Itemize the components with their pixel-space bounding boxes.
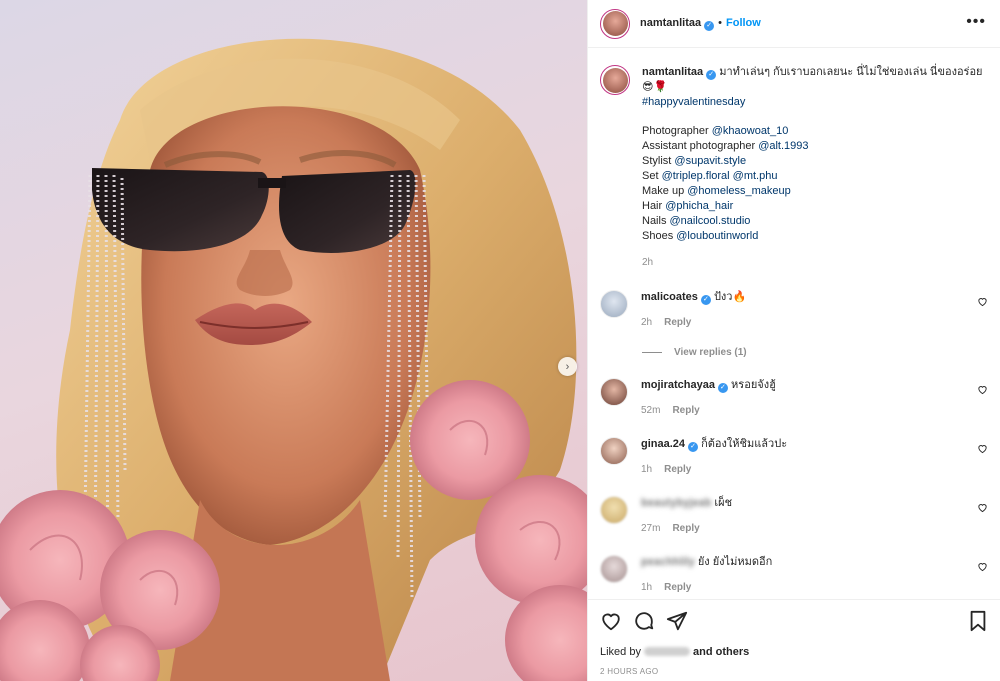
credit-line: Photographer @khaowoat_10 xyxy=(642,125,789,137)
comment-item: mojiratchayaa ✓ หรอยจังฮู้ 52m Reply xyxy=(600,378,990,418)
commenter-username[interactable]: malicoates xyxy=(641,291,698,303)
caption-avatar[interactable] xyxy=(600,65,630,95)
comment-like-heart-icon[interactable] xyxy=(977,384,988,398)
share-icon[interactable] xyxy=(666,610,688,635)
reply-button[interactable]: Reply xyxy=(672,521,699,536)
comment-item: malicoates ✓ ปังว🔥 2h Reply xyxy=(600,290,990,330)
bookmark-icon[interactable] xyxy=(968,610,988,635)
commenter-username[interactable]: beautybyjeab xyxy=(641,497,711,509)
verified-badge-icon: ✓ xyxy=(704,20,715,31)
credit-line: Make up @homeless_makeup xyxy=(642,185,791,197)
comment-item: beautybyjeab เผ็ช 27m Reply xyxy=(600,496,990,536)
commenter-username[interactable]: peachhlily xyxy=(641,556,695,568)
view-replies-button[interactable]: View replies (1) xyxy=(642,347,747,358)
comment-time: 1h xyxy=(641,582,653,593)
more-options-icon[interactable]: ••• xyxy=(966,13,986,31)
credit-tag[interactable]: @alt.1993 xyxy=(758,140,808,152)
comment-text: เผ็ช xyxy=(714,497,733,509)
caption-time: 2h xyxy=(642,257,654,268)
post-photo[interactable]: › xyxy=(0,0,587,681)
commenter-avatar[interactable] xyxy=(600,496,628,524)
comment-time: 1h xyxy=(641,464,653,475)
next-photo-button[interactable]: › xyxy=(558,357,577,376)
caption-username[interactable]: namtanlitaa xyxy=(642,66,703,78)
credit-line: Shoes @louboutinworld xyxy=(642,230,759,242)
author-info: namtanlitaa ✓ • Follow xyxy=(640,17,761,31)
blurred-liker-name xyxy=(643,647,690,656)
instagram-post: › namtanlitaa ✓ • Follow ••• namtanlitaa ✓ ม… xyxy=(0,0,1000,681)
credit-tag[interactable]: @supavit.style xyxy=(674,155,746,167)
commenter-avatar[interactable] xyxy=(600,437,628,465)
header-separator: • xyxy=(718,16,722,29)
follow-button[interactable]: Follow xyxy=(726,17,761,29)
comment-text: ปังว🔥 xyxy=(713,291,747,303)
credit-line: Stylist @supavit.style xyxy=(642,155,747,167)
comment-time: 27m xyxy=(641,523,661,534)
reply-button[interactable]: Reply xyxy=(664,580,691,595)
commenter-avatar[interactable] xyxy=(600,555,628,583)
post-timestamp: 2 HOURS AGO xyxy=(600,667,659,676)
verified-badge-icon: ✓ xyxy=(700,295,711,305)
reply-button[interactable]: Reply xyxy=(664,315,691,330)
comment-item: peachhlily ยัง ยังไม่หมดอีก 1h Reply xyxy=(600,555,990,595)
verified-badge-icon: ✓ xyxy=(688,442,699,452)
chevron-right-icon: › xyxy=(565,360,570,373)
comment-like-heart-icon[interactable] xyxy=(977,296,988,310)
credit-tag[interactable]: @louboutinworld xyxy=(676,230,758,242)
credit-tag[interactable]: @khaowoat_10 xyxy=(712,125,789,137)
author-avatar[interactable] xyxy=(600,8,630,39)
post-header: namtanlitaa ✓ • Follow ••• xyxy=(588,0,1000,48)
author-username[interactable]: namtanlitaa xyxy=(640,17,701,29)
credit-line: Hair @phicha_hair xyxy=(642,200,734,212)
comment-item: ginaa.24 ✓ ก็ต้องให้ชิมแล้วปะ 1h Reply xyxy=(600,437,990,477)
comment-like-heart-icon[interactable] xyxy=(977,443,988,457)
post-side-panel: namtanlitaa ✓ • Follow ••• namtanlitaa ✓ มาท… xyxy=(587,0,1000,681)
comment-time: 2h xyxy=(641,317,653,328)
comment-text: ยัง ยังไม่หมดอีก xyxy=(697,556,773,568)
post-photo-illustration xyxy=(0,38,587,681)
credit-tag[interactable]: @phicha_hair xyxy=(665,200,733,212)
credit-tag[interactable]: @homeless_makeup xyxy=(687,185,791,197)
post-footer: Liked by and others 2 HOURS AGO xyxy=(588,599,1000,681)
credit-line: Nails @nailcool.studio xyxy=(642,215,751,227)
reply-button[interactable]: Reply xyxy=(672,403,699,418)
heart-icon[interactable] xyxy=(600,610,622,635)
comment-text: ก็ต้องให้ชิมแล้วปะ xyxy=(701,438,788,450)
reply-button[interactable]: Reply xyxy=(664,462,691,477)
comment-like-heart-icon[interactable] xyxy=(977,502,988,516)
credit-line: Set @triplep.floral @mt.phu xyxy=(642,170,778,182)
verified-badge-icon: ✓ xyxy=(717,383,728,393)
caption-credits: Photographer @khaowoat_10 Assistant phot… xyxy=(642,124,990,244)
credit-tag[interactable]: @triplep.floral @mt.phu xyxy=(662,170,778,182)
action-bar xyxy=(600,610,988,634)
liked-by[interactable]: Liked by and others xyxy=(600,646,749,658)
commenter-avatar[interactable] xyxy=(600,290,628,318)
verified-badge-icon: ✓ xyxy=(706,70,717,80)
comment-text: หรอยจังฮู้ xyxy=(731,379,776,391)
comment-like-heart-icon[interactable] xyxy=(977,561,988,575)
comment-icon[interactable] xyxy=(633,610,655,635)
post-caption: namtanlitaa ✓ มาทำเล่นๆ กับเราบอกเลยนะ นี… xyxy=(600,65,990,270)
commenter-username[interactable]: mojiratchayaa xyxy=(641,379,715,391)
credit-tag[interactable]: @nailcool.studio xyxy=(670,215,751,227)
commenter-avatar[interactable] xyxy=(600,378,628,406)
comments-list[interactable]: namtanlitaa ✓ มาทำเล่นๆ กับเราบอกเลยนะ นี… xyxy=(588,48,1000,599)
comment-time: 52m xyxy=(641,405,661,416)
commenter-username[interactable]: ginaa.24 xyxy=(641,438,685,450)
caption-hashtag[interactable]: #happyvalentinesday xyxy=(642,96,745,108)
credit-line: Assistant photographer @alt.1993 xyxy=(642,140,809,152)
